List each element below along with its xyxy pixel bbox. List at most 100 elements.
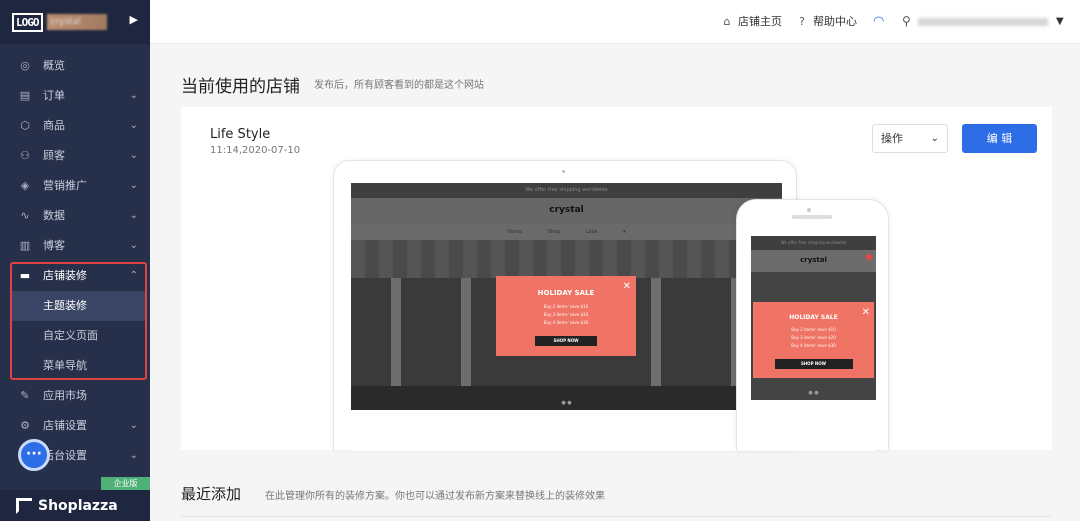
- sidebar-item-label: 顾客: [43, 149, 65, 162]
- chevron-down-icon: ⌄: [129, 120, 138, 131]
- chat-icon[interactable]: ···: [18, 439, 50, 471]
- popup-shop-button: SHOP NOW: [535, 336, 597, 346]
- edition-badge: 企业版: [101, 477, 150, 490]
- customer-icon: ⚇: [20, 149, 30, 162]
- sidebar-item-overview[interactable]: ◎ 概览: [0, 51, 150, 81]
- blog-icon: ▥: [19, 239, 31, 252]
- top-bar: ⌂ 店铺主页 ? 帮助中心 ◠ ⚲ •••••••••••••••••••• ▼: [150, 0, 1080, 44]
- popup-line: Buy 3 items' save $20: [791, 335, 836, 340]
- preview-footer: [751, 400, 876, 451]
- sidebar-header: LOGO crystal ▶: [0, 0, 150, 44]
- close-icon: ✕: [861, 307, 870, 318]
- chevron-down-icon: ⌄: [930, 133, 939, 144]
- analytics-icon: ∿: [20, 209, 30, 222]
- popup-line: Buy 4 items' save $30: [543, 320, 589, 325]
- preview-footer: [351, 410, 782, 451]
- divider: [181, 516, 1052, 517]
- chevron-down-icon: ⌄: [129, 90, 138, 101]
- sidebar-item-marketing[interactable]: ◈ 营销推广 ⌄: [0, 171, 150, 201]
- sidebar-item-label: 博客: [43, 239, 65, 252]
- operation-select[interactable]: 操作 ⌄: [872, 124, 948, 153]
- edit-button[interactable]: 编 辑: [962, 124, 1037, 153]
- awning-image: [351, 240, 782, 278]
- sidebar-item-blog[interactable]: ▥ 博客 ⌄: [0, 231, 150, 261]
- home-icon: ⌂: [723, 15, 731, 28]
- popup-title: HOLIDAY SALE: [789, 314, 838, 321]
- announcement-bar: We offer free shipping worldwide: [751, 236, 876, 250]
- carousel-dots: ● ●: [561, 400, 572, 406]
- phone-speaker: [792, 215, 832, 219]
- brand-logo: Shoplazza: [0, 490, 150, 521]
- announcement-bar: We offer free shipping worldwide: [351, 183, 782, 198]
- page-subtitle: 发布后，所有顾客看到的都是这个网站: [314, 80, 484, 91]
- sidebar-item-label: 营销推广: [43, 179, 87, 192]
- chevron-down-icon: ⌄: [129, 450, 138, 461]
- popup-line: Buy 4 items' save $30: [791, 343, 836, 348]
- product-icon: ⬡: [20, 119, 30, 132]
- user-icon[interactable]: ⚲: [902, 14, 911, 28]
- marketing-icon: ◈: [20, 179, 30, 192]
- storefront-floor: [351, 386, 782, 410]
- help-icon: ?: [799, 15, 805, 28]
- popup-line: Buy 2 items' save $10: [791, 327, 836, 332]
- popup-line: Buy 2 items' save $10: [543, 304, 589, 309]
- user-email[interactable]: ••••••••••••••••••••: [918, 18, 1048, 26]
- sidebar-item-label: 商品: [43, 119, 65, 132]
- store-design-highlight: [10, 262, 147, 380]
- sidebar-item-customers[interactable]: ⚇ 顾客 ⌄: [0, 141, 150, 171]
- holiday-sale-popup: ✕ HOLIDAY SALE Buy 2 items' save $10 Buy…: [496, 276, 636, 356]
- sidebar-item-products[interactable]: ⬡ 商品 ⌄: [0, 111, 150, 141]
- tablet-camera: [562, 170, 565, 173]
- brand-name: Shoplazza: [38, 497, 118, 514]
- preview-brand: crystal: [549, 205, 584, 215]
- recent-section-subtitle: 在此管理你所有的装修方案。你也可以通过发布新方案来替换线上的装修效果: [265, 491, 605, 502]
- cart-badge: [866, 254, 872, 260]
- chevron-down-icon: ⌄: [129, 420, 138, 431]
- wifi-icon[interactable]: ◠: [873, 14, 884, 29]
- page-title: 当前使用的店铺: [181, 77, 300, 97]
- preview-brand: crystal: [800, 256, 827, 264]
- store-name[interactable]: crystal: [46, 14, 107, 30]
- sidebar-item-label: 数据: [43, 209, 65, 222]
- tablet-preview: We offer free shipping worldwide crystal…: [333, 160, 797, 451]
- apps-icon: ✎: [20, 389, 30, 402]
- chevron-down-icon: ⌄: [129, 210, 138, 221]
- popup-line: Buy 3 items' save $20: [543, 312, 589, 317]
- tablet-screen: We offer free shipping worldwide crystal…: [351, 183, 782, 451]
- preview-hero-image: ● ● ✕ HOLIDAY SALE Buy 2 items' save $10…: [351, 240, 782, 410]
- caret-down-icon[interactable]: ▼: [1056, 16, 1064, 27]
- phone-camera: [807, 208, 811, 212]
- sidebar-item-store-settings[interactable]: ⚙ 店铺设置 ⌄: [0, 411, 150, 441]
- chevron-down-icon: ⌄: [129, 240, 138, 251]
- order-icon: ▤: [19, 89, 31, 102]
- caret-right-icon[interactable]: ▶: [130, 13, 138, 26]
- holiday-sale-popup: ✕ HOLIDAY SALE Buy 2 items' save $10 Buy…: [753, 302, 874, 378]
- sidebar-item-label: 订单: [43, 89, 65, 102]
- preview-nav: Home Shop Look ▾: [351, 224, 782, 240]
- dashboard-icon: ◎: [20, 59, 30, 72]
- sidebar: LOGO crystal ▶ ◎ 概览 ▤ 订单 ⌄ ⬡ 商品 ⌄ ⚇ 顾客 ⌄…: [0, 0, 150, 521]
- shoplazza-logo-icon: [16, 497, 32, 514]
- carousel-dots: ● ●: [808, 390, 819, 396]
- sidebar-item-app-market[interactable]: ✎ 应用市场: [0, 381, 150, 411]
- chevron-down-icon: ⌄: [129, 150, 138, 161]
- store-logo[interactable]: LOGO: [12, 12, 43, 32]
- sidebar-item-orders[interactable]: ▤ 订单 ⌄: [0, 81, 150, 111]
- sidebar-item-label: 应用市场: [43, 389, 87, 402]
- sidebar-item-analytics[interactable]: ∿ 数据 ⌄: [0, 201, 150, 231]
- popup-title: HOLIDAY SALE: [537, 289, 595, 297]
- recent-section-title: 最近添加: [181, 485, 242, 503]
- close-icon: ✕: [622, 281, 631, 292]
- phone-screen: We offer free shipping worldwide crystal…: [751, 236, 876, 451]
- popup-shop-button: SHOP NOW: [774, 359, 853, 369]
- store-settings-icon: ⚙: [20, 419, 30, 432]
- operation-select-value: 操作: [881, 132, 903, 145]
- chevron-down-icon: ⌄: [129, 180, 138, 191]
- current-theme-card: Life Style 11:14,2020-07-10 操作 ⌄ 编 辑 We …: [181, 107, 1052, 451]
- store-home-link[interactable]: ⌂ 店铺主页: [720, 15, 783, 29]
- theme-date: 11:14,2020-07-10: [210, 145, 301, 156]
- phone-preview: We offer free shipping worldwide crystal…: [736, 199, 889, 451]
- help-center-link[interactable]: ? 帮助中心: [795, 15, 857, 29]
- preview-header: crystal: [751, 250, 876, 272]
- preview-header: crystal: [351, 198, 782, 224]
